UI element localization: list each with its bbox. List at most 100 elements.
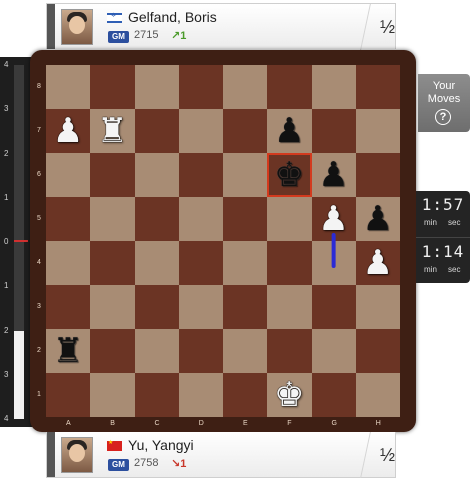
square-b4[interactable] <box>90 241 135 285</box>
square-c7[interactable] <box>134 109 179 153</box>
eval-tick-label: 2 <box>4 325 9 335</box>
israel-flag-icon <box>107 12 122 23</box>
square-d6[interactable] <box>178 153 223 197</box>
your-moves-button[interactable]: Your Moves ? <box>418 74 470 132</box>
square-h7[interactable] <box>355 109 400 153</box>
square-a1[interactable] <box>46 373 91 417</box>
your-moves-label-1: Your <box>432 80 456 92</box>
bottom-clock: 1:14 min sec <box>416 237 470 282</box>
black-king-f6[interactable]: ♚ <box>267 153 311 197</box>
white-pawn-a7[interactable]: ♟ <box>46 109 90 153</box>
china-flag-icon <box>107 439 122 451</box>
square-d4[interactable] <box>178 241 223 285</box>
player-name: Yu, Yangyi <box>128 437 194 453</box>
square-d7[interactable] <box>178 109 223 153</box>
square-b2[interactable] <box>90 329 135 373</box>
square-a4[interactable] <box>46 241 91 285</box>
square-f8[interactable] <box>267 65 312 109</box>
square-e2[interactable] <box>223 329 268 373</box>
square-h3[interactable] <box>355 285 400 329</box>
file-label: C <box>154 420 160 427</box>
square-f2[interactable] <box>267 329 312 373</box>
square-c1[interactable] <box>134 373 179 417</box>
square-e3[interactable] <box>223 285 268 329</box>
square-g3[interactable] <box>311 285 356 329</box>
square-g2[interactable] <box>311 329 356 373</box>
score-divider <box>360 4 371 50</box>
player-rating: 2758 <box>134 457 159 469</box>
square-a5[interactable] <box>46 197 91 241</box>
square-c3[interactable] <box>134 285 179 329</box>
square-f5[interactable] <box>267 197 312 241</box>
square-c2[interactable] <box>134 329 179 373</box>
top-clock-min-label: min <box>424 218 437 227</box>
eval-tick-label: 2 <box>4 148 9 158</box>
bottom-clock-sec-label: sec <box>448 265 461 274</box>
eval-tick-label: 4 <box>4 414 9 423</box>
file-label: G <box>331 420 337 427</box>
eval-tick-label: 4 <box>4 60 9 69</box>
square-c6[interactable] <box>134 153 179 197</box>
top-clock-sec-label: sec <box>448 218 461 227</box>
square-d8[interactable] <box>178 65 223 109</box>
square-b5[interactable] <box>90 197 135 241</box>
square-g1[interactable] <box>311 373 356 417</box>
trend-up-icon: ↗ <box>171 30 181 42</box>
question-icon[interactable]: ? <box>435 109 451 125</box>
square-e4[interactable] <box>223 241 268 285</box>
player-avatar <box>61 437 93 473</box>
square-f3[interactable] <box>267 285 312 329</box>
square-h8[interactable] <box>355 65 400 109</box>
square-f4[interactable] <box>267 241 312 285</box>
chess-board[interactable]: ♟ ♜ ♟ ♚ ♟ ♟ ♟ ♟ ♜ ♚ <box>46 65 400 417</box>
square-h6[interactable] <box>355 153 400 197</box>
square-d5[interactable] <box>178 197 223 241</box>
top-clock: 1:57 min sec <box>416 191 470 235</box>
square-g7[interactable] <box>311 109 356 153</box>
file-label: D <box>198 420 204 427</box>
square-b6[interactable] <box>90 153 135 197</box>
square-c5[interactable] <box>134 197 179 241</box>
square-c4[interactable] <box>134 241 179 285</box>
square-a6[interactable] <box>46 153 91 197</box>
rating-change-value: 1 <box>180 458 187 470</box>
square-c8[interactable] <box>134 65 179 109</box>
white-king-f1[interactable]: ♚ <box>267 373 311 417</box>
square-e8[interactable] <box>223 65 268 109</box>
eval-tick-label: 1 <box>4 281 9 291</box>
white-pawn-g5[interactable]: ♟ <box>312 197 356 241</box>
rank-label: 5 <box>37 215 41 222</box>
square-b1[interactable] <box>90 373 135 417</box>
black-rook-a2[interactable]: ♜ <box>46 329 90 373</box>
white-pawn-h4[interactable]: ♟ <box>356 241 400 285</box>
square-b3[interactable] <box>90 285 135 329</box>
black-pawn-g6[interactable]: ♟ <box>312 153 356 197</box>
file-label: H <box>375 420 381 427</box>
player-score: ½ <box>380 17 396 37</box>
title-badge: GM <box>108 31 129 43</box>
file-label: F <box>287 420 292 427</box>
square-e5[interactable] <box>223 197 268 241</box>
player-avatar <box>61 9 93 45</box>
square-d3[interactable] <box>178 285 223 329</box>
square-h1[interactable] <box>355 373 400 417</box>
square-a8[interactable] <box>46 65 91 109</box>
square-d2[interactable] <box>178 329 223 373</box>
square-h2[interactable] <box>355 329 400 373</box>
square-g8[interactable] <box>311 65 356 109</box>
black-pawn-h5[interactable]: ♟ <box>356 197 400 241</box>
square-g4[interactable] <box>311 241 356 285</box>
square-b8[interactable] <box>90 65 135 109</box>
panel-accent <box>47 432 55 477</box>
square-a3[interactable] <box>46 285 91 329</box>
white-rook-b7[interactable]: ♜ <box>90 109 134 153</box>
bottom-clock-min-label: min <box>424 265 437 274</box>
black-pawn-f7[interactable]: ♟ <box>267 109 311 153</box>
top-player-panel: Gelfand, Boris GM 2715 ↗1 ½ <box>46 3 396 50</box>
square-e1[interactable] <box>223 373 268 417</box>
rank-label: 6 <box>37 171 41 178</box>
trend-down-icon: ↘ <box>171 458 181 470</box>
square-e6[interactable] <box>223 153 268 197</box>
square-e7[interactable] <box>223 109 268 153</box>
square-d1[interactable] <box>178 373 223 417</box>
